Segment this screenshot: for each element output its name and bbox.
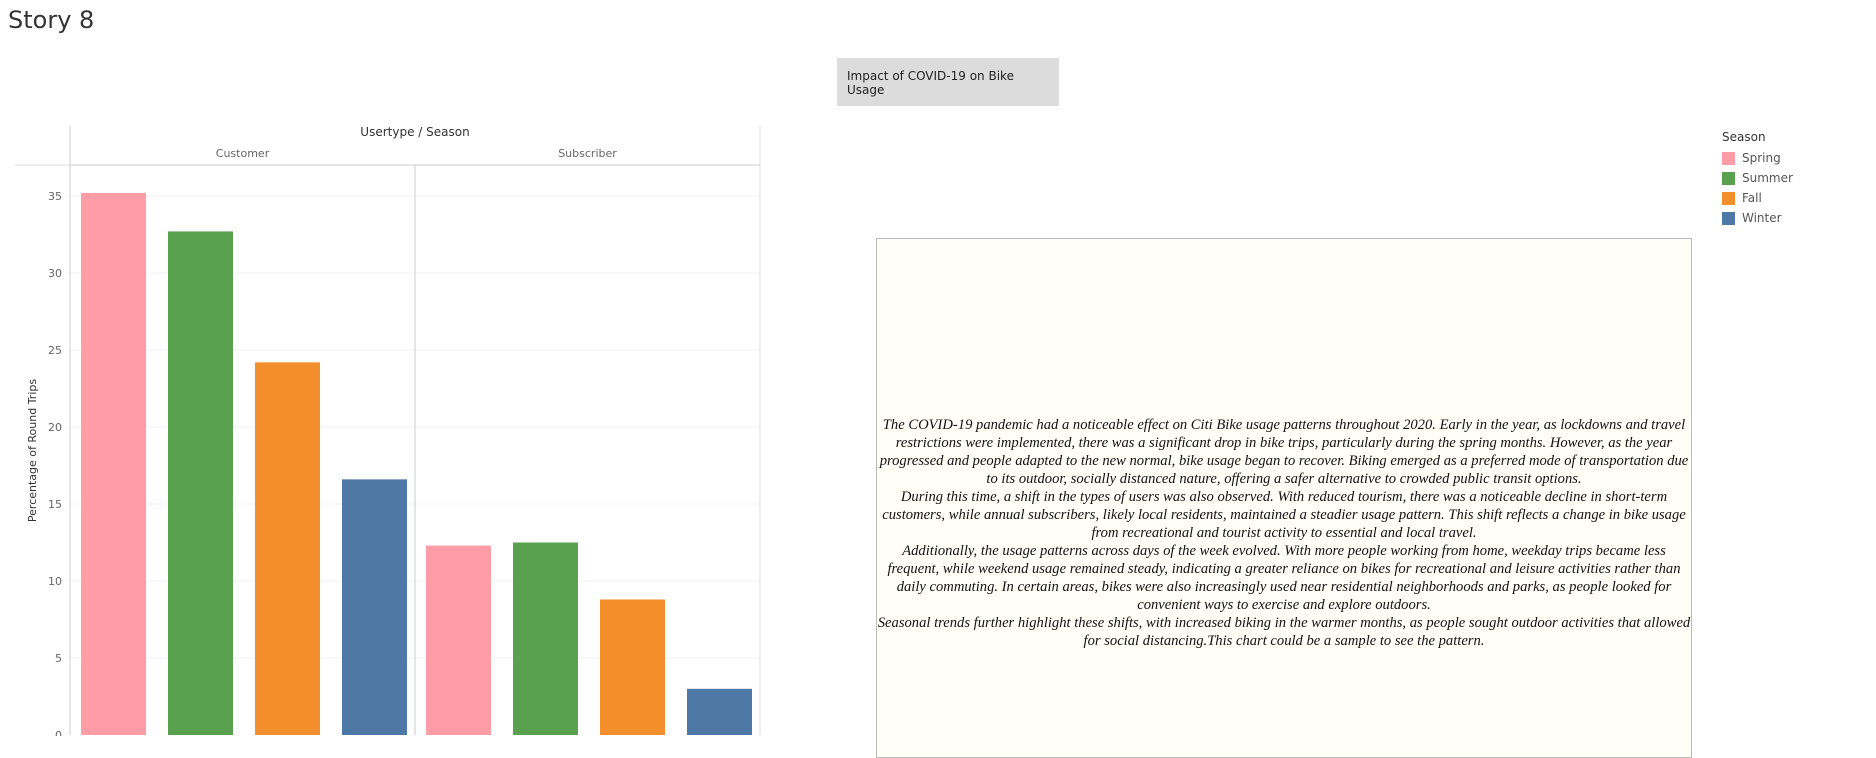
legend-item-fall[interactable]: Fall [1722, 188, 1793, 208]
y-tick-label: 0 [55, 729, 62, 736]
bar-customer-winter[interactable] [342, 479, 407, 735]
legend-label: Spring [1742, 151, 1781, 165]
bar-customer-fall[interactable] [255, 362, 320, 735]
bar-subscriber-winter[interactable] [687, 688, 752, 735]
legend-item-summer[interactable]: Summer [1722, 168, 1793, 188]
text-paragraph: Additionally, the usage patterns across … [887, 543, 1681, 613]
season-legend: Season Spring Summer Fall Winter [1722, 130, 1793, 228]
bar-customer-summer[interactable] [168, 231, 233, 736]
legend-swatch [1722, 191, 1735, 205]
text-paragraph: During this time, a shift in the types o… [882, 489, 1686, 541]
y-tick-label: 25 [48, 344, 62, 357]
story-point-tab[interactable]: Impact of COVID-19 on Bike Usage [837, 58, 1059, 106]
bar-chart: Usertype / Season Customer Subscriber 0 5 1… [15, 125, 761, 736]
legend-title: Season [1722, 130, 1766, 144]
text-paragraph: The COVID-19 pandemic had a noticeable e… [879, 417, 1689, 487]
story-text-box: The COVID-19 pandemic had a noticeable e… [876, 238, 1692, 758]
legend-item-spring[interactable]: Spring [1722, 148, 1793, 168]
text-paragraph: Seasonal trends further highlight these … [877, 615, 1691, 649]
bar-subscriber-summer[interactable] [513, 542, 578, 736]
legend-label: Fall [1742, 191, 1762, 205]
group-label-subscriber: Subscriber [558, 147, 617, 160]
y-tick-label: 30 [48, 267, 62, 280]
y-tick-label: 35 [48, 190, 62, 203]
legend-swatch [1722, 151, 1735, 165]
bar-customer-spring[interactable] [81, 192, 146, 736]
y-tick-label: 5 [55, 652, 62, 665]
legend-swatch [1722, 171, 1735, 185]
legend-item-winter[interactable]: Winter [1722, 208, 1793, 228]
story-title: Story 8 [8, 6, 95, 34]
column-header: Usertype / Season [360, 125, 469, 139]
group-label-customer: Customer [216, 147, 270, 160]
legend-swatch [1722, 211, 1735, 225]
y-tick-label: 20 [48, 421, 62, 434]
bar-subscriber-spring[interactable] [426, 545, 491, 735]
y-tick-label: 15 [48, 498, 62, 511]
legend-label: Summer [1742, 171, 1793, 185]
legend-label: Winter [1742, 211, 1782, 225]
bar-subscriber-fall[interactable] [600, 599, 665, 735]
y-axis-label: Percentage of Round Trips [26, 379, 39, 522]
y-tick-label: 10 [48, 575, 62, 588]
